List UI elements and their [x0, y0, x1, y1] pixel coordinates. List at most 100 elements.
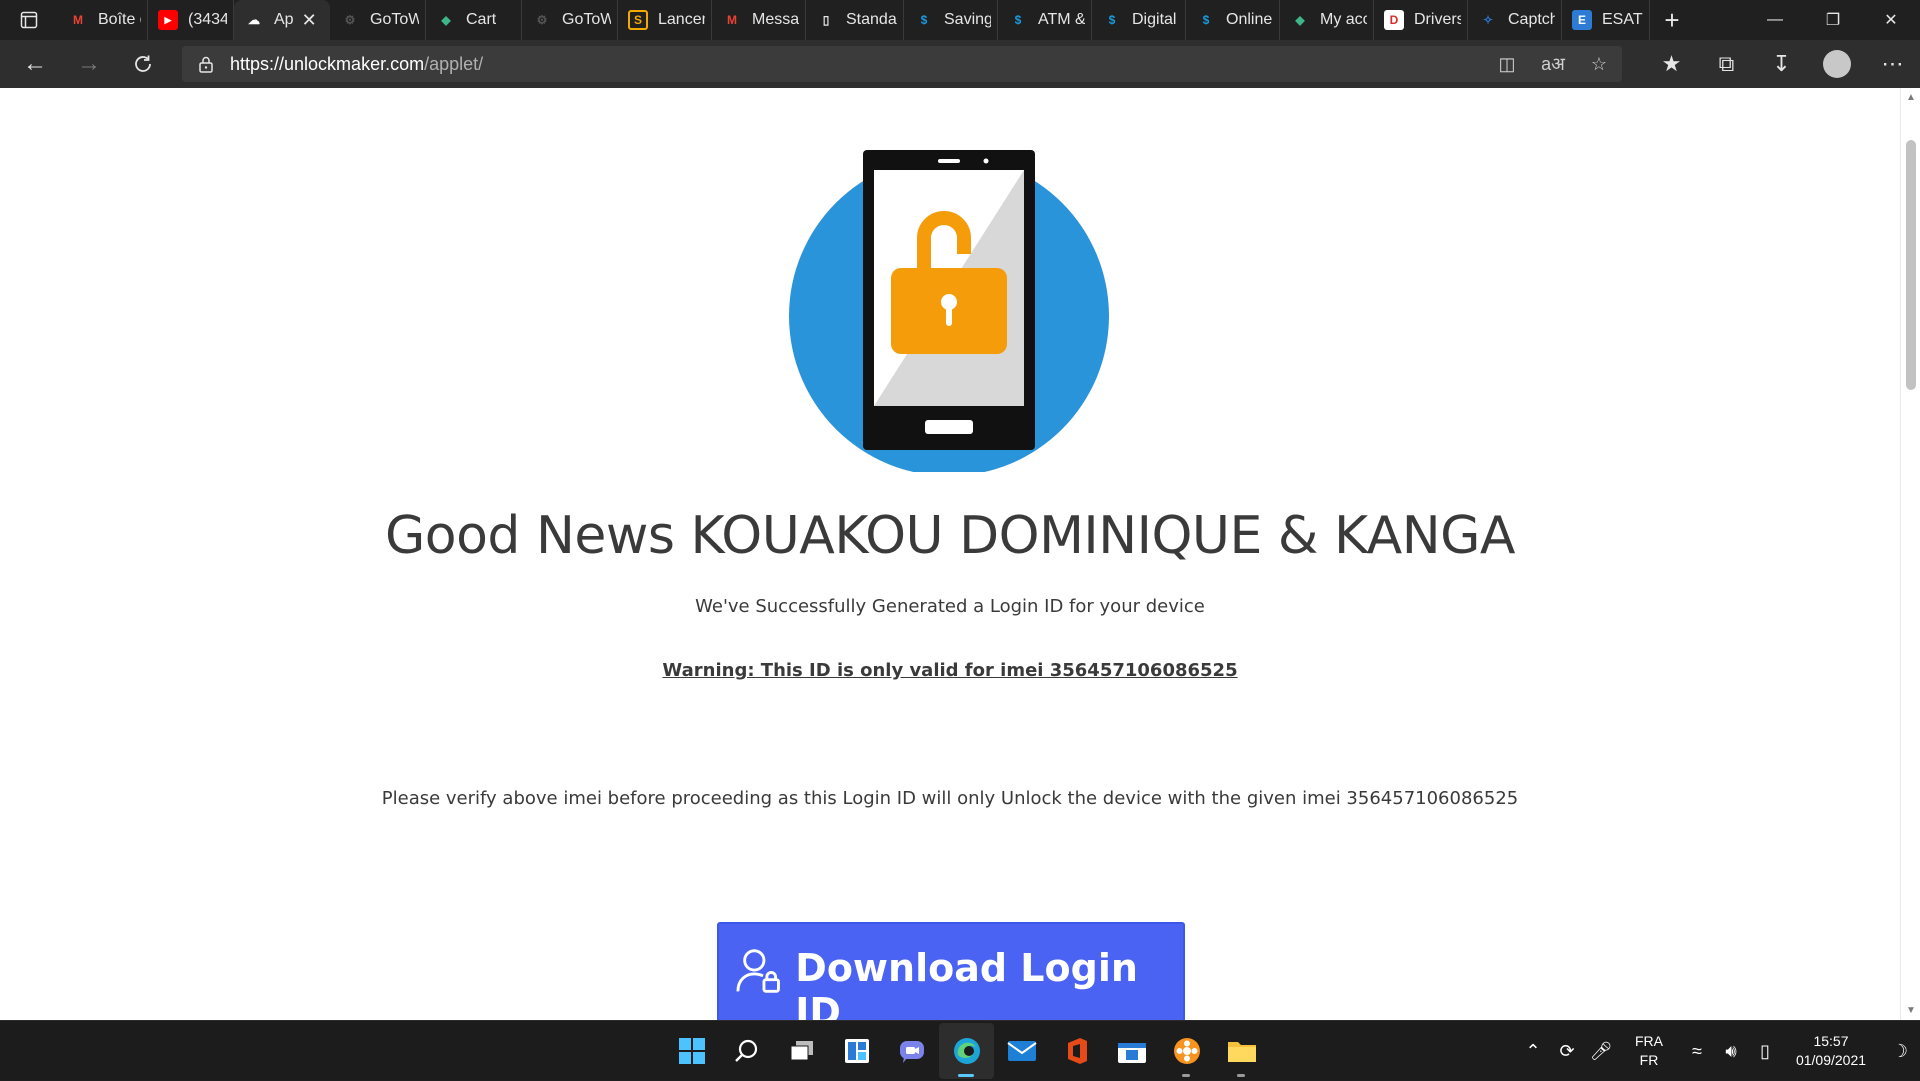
address-bar-actions: ◫ aअ ☆ — [1484, 46, 1622, 82]
phone-speaker — [938, 159, 960, 163]
start-button[interactable] — [664, 1023, 719, 1079]
scrollbar-thumb[interactable] — [1906, 140, 1916, 390]
search-button[interactable] — [719, 1023, 774, 1079]
window-controls: — ❐ ✕ — [1746, 0, 1920, 40]
clock-time: 15:57 — [1813, 1033, 1849, 1049]
language-code: FRA — [1635, 1033, 1663, 1049]
gear-icon: ⚙ — [536, 13, 548, 27]
translate-icon[interactable]: aअ — [1530, 46, 1576, 82]
wifi-icon[interactable]: ≈ — [1680, 1041, 1714, 1062]
flower-app-icon — [1173, 1038, 1200, 1064]
favorites-icon[interactable]: ★ — [1644, 40, 1699, 88]
tab-8[interactable]: ▯ Standa — [806, 0, 904, 40]
add-favorite-icon[interactable]: ☆ — [1576, 46, 1622, 82]
tab-2[interactable]: ☁ Ap ✕ — [234, 0, 330, 40]
tab-actions-button[interactable] — [0, 0, 58, 40]
store-icon — [1117, 1043, 1146, 1063]
tab-5[interactable]: ⚙ GoToW — [522, 0, 618, 40]
tab-9[interactable]: $ Saving — [904, 0, 998, 40]
url-path: /applet/ — [424, 53, 484, 74]
battery-icon[interactable]: ▯ — [1748, 1041, 1782, 1062]
app-running-indicator — [1237, 1074, 1245, 1077]
lock-icon[interactable] — [182, 55, 230, 73]
forward-button[interactable]: → — [62, 40, 116, 88]
tab-15[interactable]: ✧ Captch — [1468, 0, 1562, 40]
restore-button[interactable]: ❐ — [1804, 0, 1862, 40]
immersive-reader-icon[interactable]: ◫ — [1484, 46, 1530, 82]
input-language-indicator[interactable]: FRA FR — [1618, 1032, 1680, 1070]
scroll-down-arrow-icon[interactable]: ▼ — [1901, 1005, 1920, 1016]
tab-title: Digital — [1132, 11, 1177, 28]
chat-icon — [899, 1041, 924, 1063]
clock[interactable]: 15:57 01/09/2021 — [1782, 1032, 1880, 1070]
tab-title: Standa — [846, 11, 897, 28]
url-text: https://unlockmaker.com/applet/ — [230, 54, 483, 75]
keyhole-slot — [946, 304, 952, 326]
profile-avatar[interactable] — [1823, 50, 1851, 78]
close-tab-icon[interactable]: ✕ — [302, 10, 317, 31]
tab-title: Online — [1226, 11, 1273, 28]
mail-icon — [1006, 1041, 1037, 1061]
new-tab-button[interactable]: + — [1650, 0, 1694, 40]
chevron-up-icon[interactable]: ⌃ — [1516, 1041, 1550, 1062]
tab-4[interactable]: ◆ Cart — [426, 0, 522, 40]
tab-13[interactable]: ◆ My acc — [1280, 0, 1374, 40]
refresh-button[interactable] — [116, 40, 170, 88]
orange-app-button[interactable] — [1159, 1023, 1214, 1079]
tab-title: Cart — [466, 11, 497, 28]
office-button[interactable] — [1049, 1023, 1104, 1079]
gear-icon: ⚙ — [344, 13, 356, 27]
tab-title: (3434) Y — [188, 11, 227, 28]
file-explorer-button[interactable] — [1214, 1023, 1269, 1079]
teams-chat-button[interactable] — [884, 1023, 939, 1079]
tab-10[interactable]: $ ATM & — [998, 0, 1092, 40]
app-active-indicator — [958, 1074, 974, 1077]
scroll-up-arrow-icon[interactable]: ▲ — [1901, 92, 1920, 103]
windows-logo-icon — [678, 1038, 705, 1064]
widgets-button[interactable] — [829, 1023, 884, 1079]
tab-list: M Boîte d ▶ (3434) Y ☁ Ap ✕ ⚙ GoToW ◆ Cart ⚙ GoToW SL… — [58, 0, 1650, 40]
tab-11[interactable]: $ Digital — [1092, 0, 1186, 40]
collections-icon[interactable]: ⧉ — [1699, 40, 1754, 88]
mail-button[interactable] — [994, 1023, 1049, 1079]
tab-16[interactable]: E ESATIC — [1562, 0, 1650, 40]
address-bar[interactable]: https://unlockmaker.com/applet/ ◫ aअ ☆ — [182, 46, 1622, 82]
bank-icon: $ — [1108, 13, 1116, 27]
tab-title: Messag — [752, 11, 799, 28]
phone-home-button — [925, 420, 973, 434]
task-view-icon — [790, 1041, 813, 1061]
tab-14[interactable]: D Drivers — [1374, 0, 1468, 40]
tab-3[interactable]: ⚙ GoToW — [330, 0, 426, 40]
tab-title: Lancem — [658, 11, 705, 28]
settings-more-icon[interactable]: ⋯ — [1865, 40, 1920, 88]
tab-title: My acc — [1320, 11, 1367, 28]
sync-icon[interactable]: ⟳ — [1550, 1041, 1584, 1062]
tab-12[interactable]: $ Online — [1186, 0, 1280, 40]
refresh-icon — [135, 55, 151, 72]
download-login-id-button[interactable]: Download Login ID — [717, 922, 1185, 1020]
tab-0[interactable]: M Boîte d — [58, 0, 148, 40]
store-button[interactable] — [1104, 1023, 1159, 1079]
vertical-scrollbar[interactable]: ▲ ▼ — [1900, 88, 1920, 1020]
e-logo-icon: E — [1572, 10, 1592, 30]
taskbar: ⌃ ⟳ 🎤︎ FRA FR ≈ 🔊︎ ▯ 15:57 01/09/2021 ☽ — [0, 1020, 1920, 1080]
downloads-icon[interactable]: ↧ — [1754, 40, 1809, 88]
diamond-icon: ◆ — [441, 13, 451, 27]
widgets-icon — [844, 1039, 869, 1063]
system-tray: ⌃ ⟳ 🎤︎ FRA FR ≈ 🔊︎ ▯ 15:57 01/09/2021 ☽ — [1516, 1021, 1920, 1081]
drivers-icon: D — [1384, 10, 1404, 30]
task-view-button[interactable] — [774, 1023, 829, 1079]
notifications-icon[interactable]: ☽ — [1880, 1041, 1920, 1062]
minimize-button[interactable]: — — [1746, 0, 1804, 40]
keyboard-layout: FR — [1639, 1052, 1659, 1068]
back-button[interactable]: ← — [8, 40, 62, 88]
app-running-indicator — [1182, 1074, 1190, 1077]
tab-7[interactable]: M Messag — [712, 0, 806, 40]
microphone-icon[interactable]: 🎤︎ — [1584, 1041, 1618, 1062]
tab-1[interactable]: ▶ (3434) Y — [148, 0, 234, 40]
close-window-button[interactable]: ✕ — [1862, 0, 1920, 40]
bank-icon: $ — [1202, 13, 1210, 27]
tab-6[interactable]: S Lancem — [618, 0, 712, 40]
volume-icon[interactable]: 🔊︎ — [1714, 1041, 1748, 1062]
edge-browser-button[interactable] — [939, 1023, 994, 1079]
